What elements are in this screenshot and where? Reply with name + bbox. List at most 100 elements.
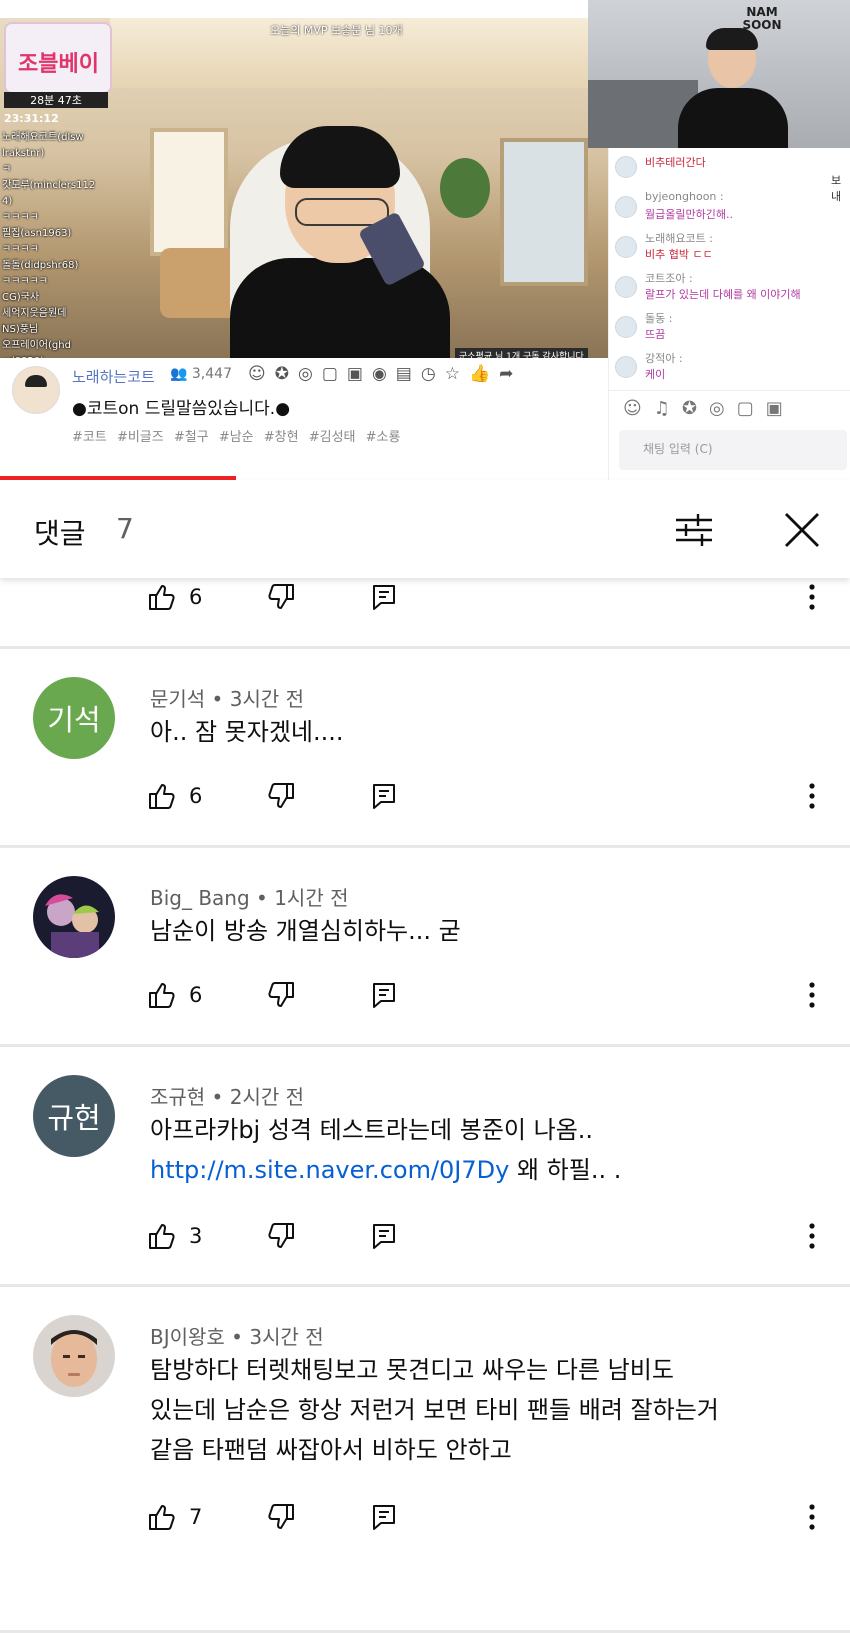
overlay-chat-line: ㅋㅋㅋㅋ xyxy=(2,212,39,223)
channel-name[interactable]: 노래하는코트 xyxy=(72,366,155,387)
chat-username[interactable]: 코트조아 : xyxy=(645,270,693,286)
more-vert-icon xyxy=(809,584,815,610)
viewers-icon: 👥 xyxy=(170,366,192,382)
overlay-chat-line: NS)풍님 xyxy=(2,324,39,335)
stream-tag[interactable]: #코트 xyxy=(72,430,117,445)
overlay-chat-line: 갓도루(minclers112 xyxy=(2,180,96,191)
more-options-button[interactable] xyxy=(802,1221,822,1251)
chat-username[interactable]: 노래해요코트 : xyxy=(645,230,713,246)
comment-author[interactable]: 조규현 xyxy=(150,1085,205,1109)
chat-toolbar: ☺♫✪◎▢▣ xyxy=(623,398,795,419)
ad-icon[interactable]: ◎ xyxy=(298,364,322,384)
reply-button[interactable] xyxy=(369,1221,399,1251)
overlay-chat-line: 돌돌(didpshr68) xyxy=(2,260,79,271)
comment-author[interactable]: 문기석 xyxy=(150,687,205,711)
overlay-clock: 23:31:12 xyxy=(4,112,59,125)
meta-separator: • xyxy=(205,1085,230,1109)
commenter-avatar[interactable] xyxy=(33,876,115,958)
commenter-avatar[interactable]: 규현 xyxy=(33,1075,115,1157)
like-button[interactable] xyxy=(146,582,176,612)
star-gift-icon[interactable]: ✪ xyxy=(275,364,298,384)
favorite-star-icon[interactable]: ☆ xyxy=(445,364,469,384)
chat-input[interactable]: 채팅 입력 (C) xyxy=(619,430,847,470)
reply-button[interactable] xyxy=(369,1502,399,1532)
stream-tag[interactable]: #남순 xyxy=(219,430,264,445)
sticker-icon[interactable]: ▢ xyxy=(322,364,347,384)
like-button[interactable] xyxy=(146,980,176,1010)
close-icon[interactable] xyxy=(778,506,826,554)
more-options-button[interactable] xyxy=(802,980,822,1010)
dislike-button[interactable] xyxy=(267,781,297,811)
comment-text-line: 탐방하다 터렛채팅보고 못견디고 싸우는 다른 남비도 xyxy=(150,1356,674,1384)
chat-avatar xyxy=(615,316,637,338)
like-count: 6 xyxy=(189,585,203,609)
dislike-button[interactable] xyxy=(267,1502,297,1532)
stream-tag[interactable]: #비글즈 xyxy=(117,430,174,445)
balloon-icon[interactable]: ☺ xyxy=(248,364,275,384)
dislike-button[interactable] xyxy=(267,582,297,612)
comment-time: 2시간 전 xyxy=(229,1085,305,1109)
history-icon[interactable]: ◷ xyxy=(421,364,445,384)
channel-avatar[interactable] xyxy=(12,366,60,414)
chat-avatar xyxy=(615,196,637,218)
comment-text: 남순이 방송 개열심히하누... 굳 xyxy=(150,911,820,951)
stream-tag[interactable]: #철구 xyxy=(174,430,219,445)
vod-icon[interactable]: ▤ xyxy=(396,364,421,384)
like-button[interactable] xyxy=(146,1502,176,1532)
comments-header: 댓글 7 xyxy=(0,480,850,578)
comment-link[interactable]: http://m.site.naver.com/0J7Dy xyxy=(150,1156,509,1184)
reply-icon xyxy=(373,983,395,1008)
cam-label: NAM SOON xyxy=(742,5,782,32)
overlay-chat-line: ㅋㅋㅋㅋㅋ xyxy=(2,276,48,287)
chat-avatar xyxy=(615,236,637,258)
chat-username[interactable]: 돌동 : xyxy=(645,310,672,326)
overlay-chat-line: lrakstnr) xyxy=(2,148,45,159)
gift-tool-icon[interactable]: ▣ xyxy=(766,398,795,419)
chat-send-button[interactable]: 보내 xyxy=(831,172,850,204)
chat-text: 비추 협박 ㄷㄷ xyxy=(645,248,713,261)
video-player[interactable]: 군소평균 님 1개 구독 감사합니다 오늘의 MVP 보송분 님 10개 조블베… xyxy=(0,0,850,480)
avatar-photo xyxy=(33,876,115,958)
comment-author[interactable]: BJ이왕호 xyxy=(150,1325,225,1349)
overlay-chat-line: 노래해요코트(dlsw xyxy=(2,132,84,143)
quickview-icon[interactable]: ◉ xyxy=(372,364,396,384)
reply-button[interactable] xyxy=(369,582,399,612)
emoji-icon[interactable]: ☺ xyxy=(623,398,654,419)
more-options-button[interactable] xyxy=(802,1502,822,1532)
overlay-chat-line: 필집(asn1963) xyxy=(2,228,72,239)
star-balloon-icon[interactable]: ✪ xyxy=(682,398,709,419)
chat-username[interactable]: byjeonghoon : xyxy=(645,190,724,203)
comment-author[interactable]: Big_ Bang xyxy=(150,886,250,910)
commenter-avatar[interactable]: 기석 xyxy=(33,677,115,759)
sort-filter-icon[interactable] xyxy=(672,508,716,552)
dislike-button[interactable] xyxy=(267,1221,297,1251)
overlay-chat-line: 오프레이어(ghd xyxy=(2,340,71,351)
like-button[interactable] xyxy=(146,781,176,811)
dislike-button[interactable] xyxy=(267,980,297,1010)
overlay-logo: 조블베이 xyxy=(4,22,112,94)
reply-button[interactable] xyxy=(369,781,399,811)
gift-icon[interactable]: ▣ xyxy=(347,364,372,384)
chat-message: 강적아 : 케이 xyxy=(609,350,850,390)
sticker-tool-icon[interactable]: ▢ xyxy=(737,398,766,419)
overlay-timer: 28분 47초 xyxy=(4,92,108,108)
ad-balloon-icon[interactable]: ◎ xyxy=(709,398,737,419)
share-icon[interactable]: ➦ xyxy=(499,364,522,384)
stream-tag[interactable]: #창현 xyxy=(264,430,309,445)
avatar-photo xyxy=(33,1315,115,1397)
viewer-count: 👥 3,447 xyxy=(170,366,232,382)
more-options-button[interactable] xyxy=(802,582,822,612)
like-button[interactable] xyxy=(146,1221,176,1251)
webcam-inset xyxy=(588,0,850,148)
thumbs-up-icon xyxy=(149,1505,175,1530)
stream-tag[interactable]: #김성태 xyxy=(309,430,366,445)
stream-tag[interactable]: #소룡 xyxy=(366,430,401,445)
recommend-icon[interactable]: 👍 xyxy=(469,364,499,384)
more-options-button[interactable] xyxy=(802,781,822,811)
reply-button[interactable] xyxy=(369,980,399,1010)
thumbs-down-icon xyxy=(268,1504,294,1529)
chat-username[interactable]: 강적아 : xyxy=(645,350,683,366)
bell-icon[interactable]: ♫ xyxy=(654,398,682,419)
stream-action-icons[interactable]: ☺✪◎▢▣◉▤◷☆👍➦ xyxy=(248,364,522,384)
commenter-avatar[interactable] xyxy=(33,1315,115,1397)
